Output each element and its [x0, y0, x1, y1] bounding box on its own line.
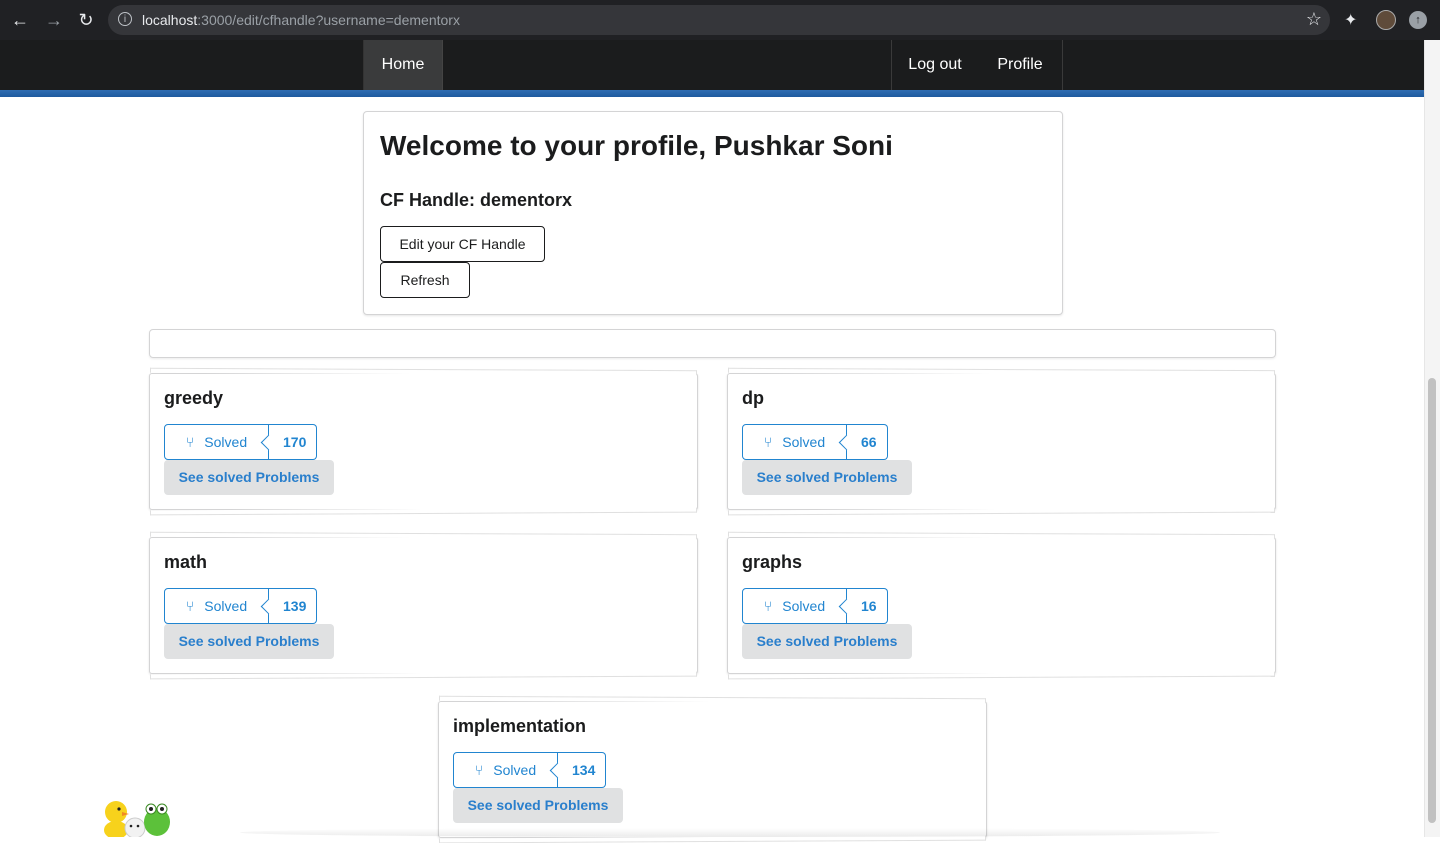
- solved-label: Solved: [782, 434, 826, 450]
- top-navbar: [0, 40, 1424, 90]
- navbar-accent-bar: [0, 90, 1424, 97]
- solved-button[interactable]: ⑂ Solved: [164, 588, 269, 624]
- tag-title: graphs: [742, 552, 803, 572]
- solved-count: 134: [558, 752, 607, 788]
- mascot-characters-icon: [104, 801, 170, 837]
- bottom-fade: [240, 828, 1220, 837]
- solved-label: Solved: [204, 598, 248, 614]
- extensions-puzzle-icon[interactable]: ✦: [1344, 10, 1357, 30]
- browser-toolbar: ← → ↻ i localhost:3000/edit/cfhandle?use…: [0, 0, 1440, 40]
- code-branch-icon: ⑂: [185, 434, 195, 450]
- code-branch-icon: ⑂: [763, 598, 773, 614]
- tag-card-greedy: greedy ⑂ Solved 170 See solved Problems: [149, 373, 698, 510]
- see-solved-problems-button[interactable]: See solved Problems: [742, 460, 912, 495]
- update-icon[interactable]: ↑: [1409, 11, 1427, 29]
- tag-title: math: [164, 552, 208, 572]
- see-solved-problems-button[interactable]: See solved Problems: [164, 460, 334, 495]
- tag-title: implementation: [453, 716, 587, 736]
- bookmark-star-icon[interactable]: ☆: [1306, 9, 1322, 30]
- solved-count: 170: [269, 424, 318, 460]
- profile-avatar-icon[interactable]: [1376, 10, 1396, 30]
- see-solved-problems-button[interactable]: See solved Problems: [164, 624, 334, 659]
- solved-labeled-button[interactable]: ⑂ Solved 16: [742, 588, 888, 624]
- tag-title: dp: [742, 388, 764, 408]
- see-solved-problems-button[interactable]: See solved Problems: [453, 788, 623, 823]
- code-branch-icon: ⑂: [185, 598, 195, 614]
- solved-label: Solved: [493, 762, 537, 778]
- back-arrow-icon[interactable]: ←: [8, 8, 32, 32]
- tag-card-implementation: implementation ⑂ Solved 134 See solved Pr…: [438, 701, 987, 838]
- solved-button[interactable]: ⑂ Solved: [742, 424, 847, 460]
- solved-button[interactable]: ⑂ Solved: [742, 588, 847, 624]
- tag-card-dp: dp ⑂ Solved 66 See solved Problems: [727, 373, 1276, 510]
- tag-card-graphs: graphs ⑂ Solved 16 See solved Problems: [727, 537, 1276, 674]
- address-bar[interactable]: i localhost:3000/edit/cfhandle?username=…: [108, 5, 1330, 35]
- solved-label: Solved: [782, 598, 826, 614]
- solved-count: 66: [847, 424, 888, 460]
- code-branch-icon: ⑂: [763, 434, 773, 450]
- solved-button[interactable]: ⑂ Solved: [453, 752, 558, 788]
- scrollbar-thumb[interactable]: [1428, 378, 1436, 823]
- nav-home[interactable]: Home: [363, 40, 443, 90]
- reload-icon[interactable]: ↻: [74, 8, 98, 32]
- tag-card-math: math ⑂ Solved 139 See solved Problems: [149, 537, 698, 674]
- code-branch-icon: ⑂: [474, 762, 484, 778]
- solved-count: 16: [847, 588, 888, 624]
- nav-profile[interactable]: Profile: [978, 40, 1063, 90]
- url-text[interactable]: localhost:3000/edit/cfhandle?username=de…: [142, 12, 460, 28]
- profile-card: Welcome to your profile, Pushkar Soni CF…: [363, 111, 1063, 315]
- edit-cf-handle-button[interactable]: Edit your CF Handle: [380, 226, 545, 262]
- nav-logout[interactable]: Log out: [891, 40, 978, 90]
- solved-count: 139: [269, 588, 318, 624]
- solved-label: Solved: [204, 434, 248, 450]
- refresh-button[interactable]: Refresh: [380, 262, 470, 298]
- empty-segment: [149, 329, 1276, 358]
- cf-handle-text: CF Handle: dementorx: [380, 190, 573, 210]
- solved-labeled-button[interactable]: ⑂ Solved 139: [164, 588, 318, 624]
- site-info-icon[interactable]: i: [118, 12, 132, 26]
- solved-labeled-button[interactable]: ⑂ Solved 66: [742, 424, 888, 460]
- solved-labeled-button[interactable]: ⑂ Solved 134: [453, 752, 607, 788]
- welcome-heading: Welcome to your profile, Pushkar Soni: [380, 130, 893, 161]
- url-host: localhost: [142, 12, 198, 28]
- solved-labeled-button[interactable]: ⑂ Solved 170: [164, 424, 318, 460]
- solved-button[interactable]: ⑂ Solved: [164, 424, 269, 460]
- url-path: :3000/edit/cfhandle?username=dementorx: [197, 12, 460, 28]
- see-solved-problems-button[interactable]: See solved Problems: [742, 624, 912, 659]
- forward-arrow-icon[interactable]: →: [42, 8, 66, 32]
- tag-title: greedy: [164, 388, 224, 408]
